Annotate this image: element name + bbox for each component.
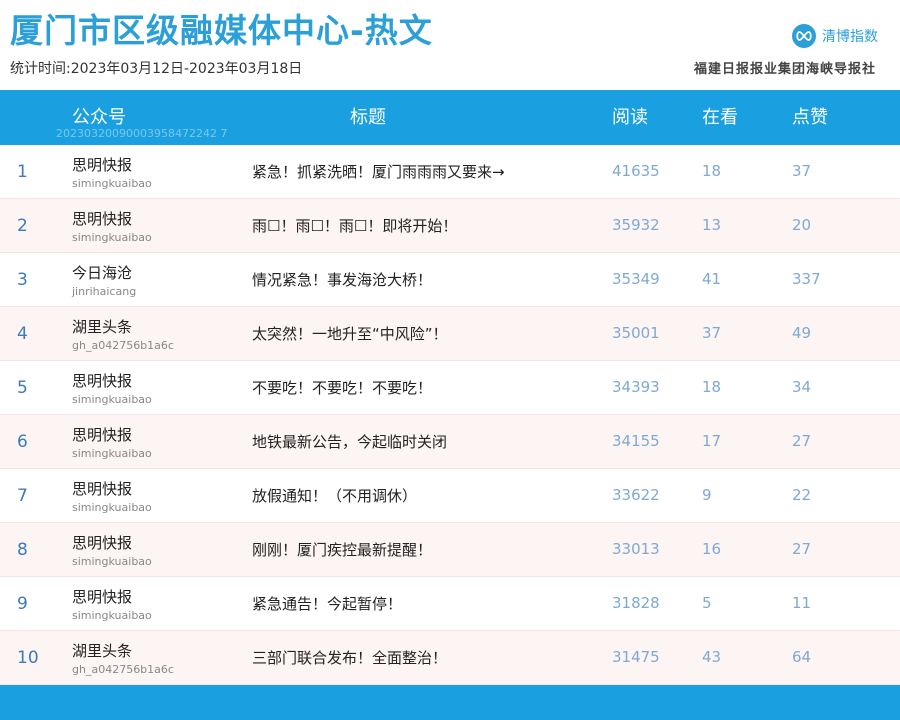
account-name: 今日海沧 bbox=[72, 264, 133, 282]
account-name: 湖里头条 bbox=[72, 318, 133, 336]
account-name: 思明快报 bbox=[72, 426, 133, 444]
article-title-link[interactable]: 雨☐！雨☐！雨☐！即将开始！ bbox=[252, 215, 457, 236]
looking-count: 13 bbox=[702, 216, 722, 234]
column-account: 公众号 bbox=[72, 107, 126, 128]
rank-number: 6 bbox=[17, 432, 28, 452]
infinity-icon bbox=[792, 24, 816, 48]
rank-number: 3 bbox=[17, 270, 28, 290]
looking-count: 5 bbox=[702, 594, 712, 612]
looking-count: 16 bbox=[702, 540, 722, 558]
rank-number: 5 bbox=[17, 378, 28, 398]
read-count: 34393 bbox=[612, 378, 660, 396]
table-row: 2 思明快报 simingkuaibao 雨☐！雨☐！雨☐！即将开始！ 3593… bbox=[0, 199, 900, 253]
article-title-link[interactable]: 放假通知！（不用调休） bbox=[252, 485, 417, 506]
table-row: 7 思明快报 simingkuaibao 放假通知！（不用调休） 33622 9… bbox=[0, 469, 900, 523]
footer-bar bbox=[0, 685, 900, 720]
account-name: 湖里头条 bbox=[72, 642, 133, 660]
like-count: 34 bbox=[792, 378, 812, 396]
table-row: 5 思明快报 simingkuaibao 不要吃！不要吃！不要吃！ 34393 … bbox=[0, 361, 900, 415]
read-count: 35349 bbox=[612, 270, 660, 288]
account-id: gh_a042756b1a6c bbox=[72, 339, 174, 352]
like-count: 337 bbox=[792, 270, 821, 288]
account-name: 思明快报 bbox=[72, 588, 133, 606]
read-count: 34155 bbox=[612, 432, 660, 450]
column-looking: 在看 bbox=[702, 107, 738, 128]
page-title: 厦门市区级融媒体中心-热文 bbox=[10, 11, 433, 50]
table-header: 公众号 20230320090003958472242 7 标题 阅读 在看 点… bbox=[0, 90, 900, 145]
like-count: 64 bbox=[792, 648, 812, 666]
article-title-link[interactable]: 情况紧急！事发海沧大桥！ bbox=[252, 269, 432, 290]
rank-number: 7 bbox=[17, 486, 28, 506]
looking-count: 9 bbox=[702, 486, 712, 504]
table-row: 10 湖里头条 gh_a042756b1a6c 三部门联合发布！全面整治！ 31… bbox=[0, 631, 900, 685]
article-title-link[interactable]: 三部门联合发布！全面整治！ bbox=[252, 647, 447, 668]
table-header-id: 20230320090003958472242 7 bbox=[56, 127, 228, 140]
column-likes: 点赞 bbox=[792, 107, 828, 128]
statistics-period: 统计时间:2023年03月12日-2023年03月18日 bbox=[10, 61, 303, 77]
article-title-link[interactable]: 地铁最新公告，今起临时关闭 bbox=[252, 431, 447, 452]
rank-number: 8 bbox=[17, 540, 28, 560]
account-id: simingkuaibao bbox=[72, 501, 152, 514]
article-title-link[interactable]: 紧急通告！今起暂停！ bbox=[252, 593, 402, 614]
table-row: 8 思明快报 simingkuaibao 刚刚！厦门疾控最新提醒！ 33013 … bbox=[0, 523, 900, 577]
account-id: simingkuaibao bbox=[72, 177, 152, 190]
rank-number: 1 bbox=[17, 162, 28, 182]
table-row: 3 今日海沧 jinrihaicang 情况紧急！事发海沧大桥！ 35349 4… bbox=[0, 253, 900, 307]
publisher-name: 福建日报报业集团海峡导报社 bbox=[693, 62, 876, 77]
like-count: 11 bbox=[792, 594, 812, 612]
table-row: 9 思明快报 simingkuaibao 紧急通告！今起暂停！ 31828 5 … bbox=[0, 577, 900, 631]
account-name: 思明快报 bbox=[72, 210, 133, 228]
article-title-link[interactable]: 紧急！抓紧洗晒！厦门雨雨雨又要来→ bbox=[252, 161, 505, 182]
like-count: 20 bbox=[792, 216, 812, 234]
looking-count: 17 bbox=[702, 432, 722, 450]
like-count: 49 bbox=[792, 324, 812, 342]
article-title-link[interactable]: 刚刚！厦门疾控最新提醒！ bbox=[252, 539, 432, 560]
read-count: 35001 bbox=[612, 324, 660, 342]
table-row: 1 思明快报 simingkuaibao 紧急！抓紧洗晒！厦门雨雨雨又要来→ 4… bbox=[0, 145, 900, 199]
account-name: 思明快报 bbox=[72, 480, 133, 498]
account-name: 思明快报 bbox=[72, 372, 133, 390]
rank-number: 10 bbox=[17, 648, 39, 668]
read-count: 35932 bbox=[612, 216, 660, 234]
like-count: 27 bbox=[792, 540, 812, 558]
looking-count: 41 bbox=[702, 270, 722, 288]
report-header: 厦门市区级融媒体中心-热文 统计时间:2023年03月12日-2023年03月1… bbox=[0, 0, 900, 90]
account-id: simingkuaibao bbox=[72, 609, 152, 622]
article-title-link[interactable]: 太突然！一地升至“中风险”！ bbox=[252, 323, 448, 344]
account-id: simingkuaibao bbox=[72, 393, 152, 406]
article-title-link[interactable]: 不要吃！不要吃！不要吃！ bbox=[252, 377, 432, 398]
brand-logo: 清博指数 bbox=[792, 24, 878, 48]
like-count: 37 bbox=[792, 162, 812, 180]
column-read: 阅读 bbox=[612, 107, 648, 128]
rank-number: 2 bbox=[17, 216, 28, 236]
looking-count: 43 bbox=[702, 648, 722, 666]
account-id: simingkuaibao bbox=[72, 231, 152, 244]
account-id: simingkuaibao bbox=[72, 447, 152, 460]
looking-count: 18 bbox=[702, 378, 722, 396]
read-count: 31475 bbox=[612, 648, 660, 666]
rank-number: 4 bbox=[17, 324, 28, 344]
read-count: 41635 bbox=[612, 162, 660, 180]
looking-count: 37 bbox=[702, 324, 722, 342]
read-count: 33013 bbox=[612, 540, 660, 558]
read-count: 31828 bbox=[612, 594, 660, 612]
account-name: 思明快报 bbox=[72, 156, 133, 174]
account-id: gh_a042756b1a6c bbox=[72, 663, 174, 676]
like-count: 27 bbox=[792, 432, 812, 450]
account-id: simingkuaibao bbox=[72, 555, 152, 568]
looking-count: 18 bbox=[702, 162, 722, 180]
like-count: 22 bbox=[792, 486, 812, 504]
rank-number: 9 bbox=[17, 594, 28, 614]
column-title: 标题 bbox=[350, 107, 386, 128]
table-row: 6 思明快报 simingkuaibao 地铁最新公告，今起临时关闭 34155… bbox=[0, 415, 900, 469]
account-id: jinrihaicang bbox=[72, 285, 137, 298]
read-count: 33622 bbox=[612, 486, 660, 504]
brand-name: 清博指数 bbox=[822, 29, 878, 45]
account-name: 思明快报 bbox=[72, 534, 133, 552]
table-row: 4 湖里头条 gh_a042756b1a6c 太突然！一地升至“中风险”！ 35… bbox=[0, 307, 900, 361]
